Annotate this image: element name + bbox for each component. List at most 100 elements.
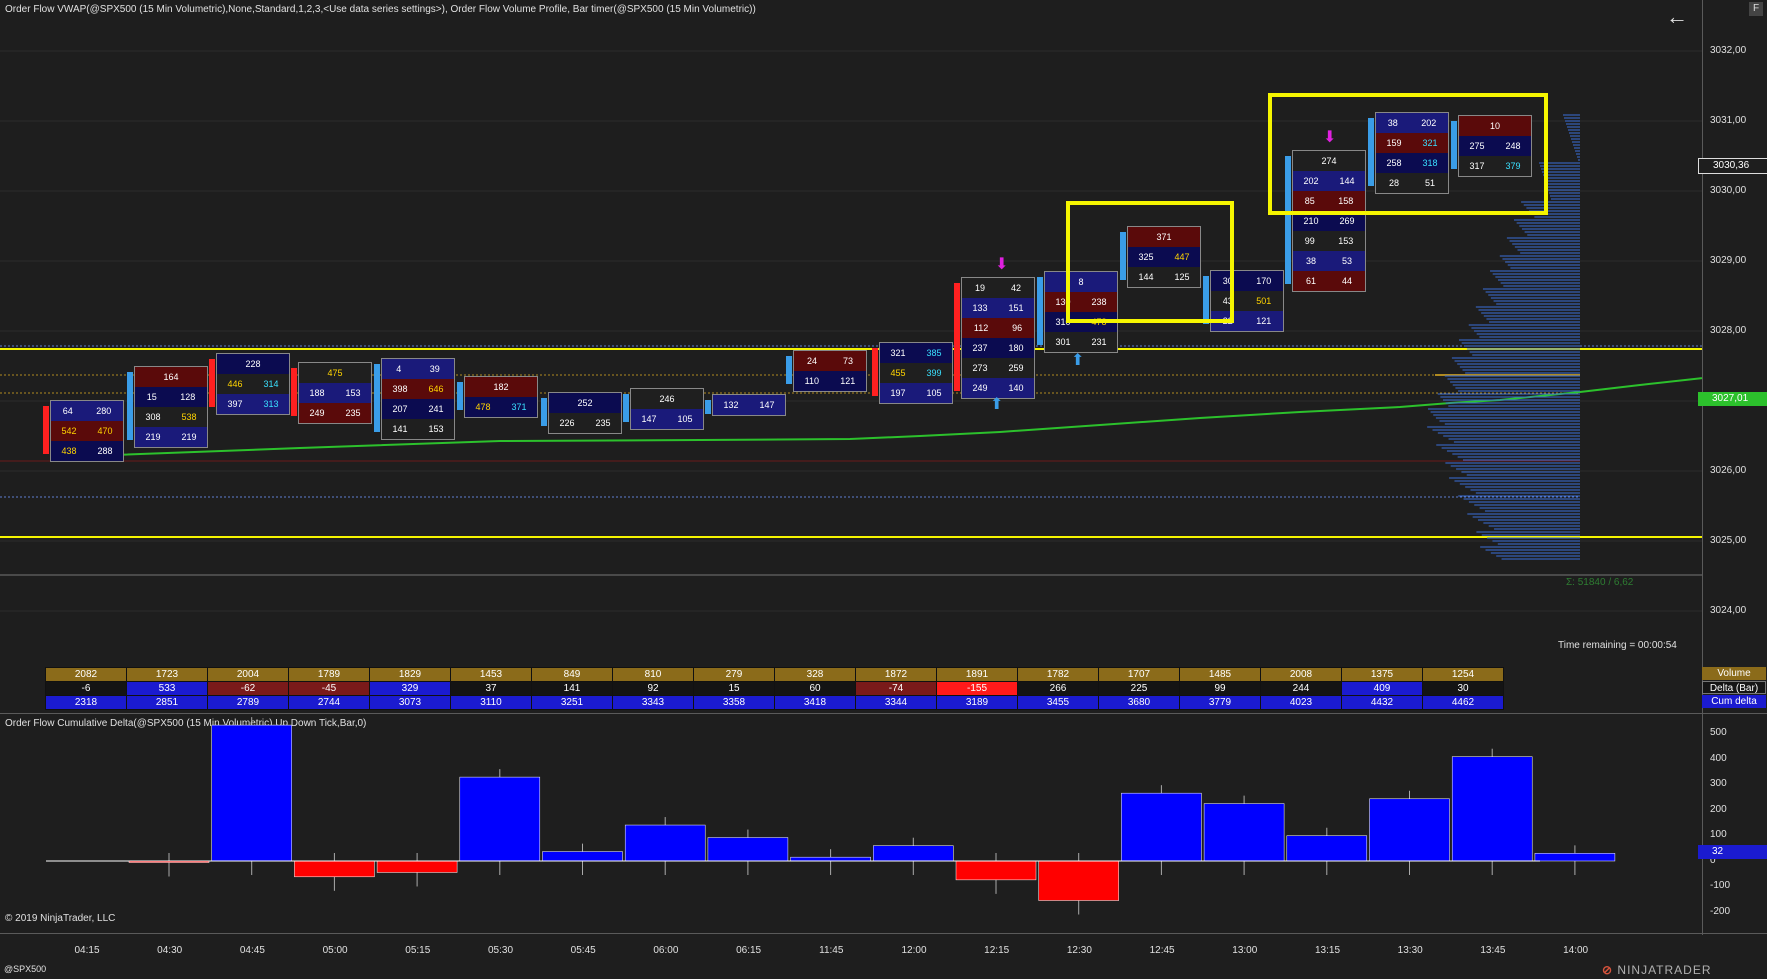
footprint-value: 280 [96,406,112,416]
footprint-value: 147 [641,414,657,424]
time-axis-label: 12:45 [1149,945,1175,956]
delta-axis-label: -200 [1710,905,1731,917]
footprint-value: 259 [1008,363,1024,373]
time-axis-label: 12:30 [1066,945,1092,956]
footprint-row: 398 646 [382,379,454,399]
time-axis-label: 14:00 [1563,945,1589,956]
price-axis-label: 3032,00 [1710,45,1747,56]
summary-cell: 3779 [1179,695,1261,710]
footprint-bar[interactable]: 4 39 398 646 207 241 141 153 [381,358,455,440]
summary-cell: 2789 [207,695,289,710]
footprint-row: 308 538 [135,407,207,427]
footprint-bar[interactable]: 182 478 371 [464,376,538,418]
summary-cell: 3358 [693,695,775,710]
footprint-row: 38 53 [1293,251,1365,271]
summary-cell: 3680 [1098,695,1180,710]
footprint-bar[interactable]: 164 15 128 308 538 219 219 [134,366,208,448]
footprint-bar[interactable]: 246 147 105 [630,388,704,430]
footprint-row: 475 [299,363,371,383]
price-axis-label: 3025,00 [1710,535,1747,546]
delta-bar [1369,798,1450,862]
footprint-row: 478 371 [465,397,537,417]
time-axis-label: 13:45 [1480,945,1506,956]
summary-cell: 2082 [45,667,127,682]
delta-bar [542,851,623,862]
summary-cell: 810 [612,667,694,682]
footprint-value: 197 [890,388,906,398]
footprint-value: 15 [146,392,157,402]
footprint-row: 273 259 [962,358,1034,378]
footprint-row: 99 153 [1293,231,1365,251]
footprint-value: 538 [181,412,197,422]
footprint-value: 301 [1055,337,1071,347]
footprint-value: 180 [1008,343,1024,353]
candle-body [43,406,49,454]
summary-cell: -45 [288,681,370,696]
summary-cell: 409 [1341,681,1423,696]
footprint-bar[interactable]: 228 446 314 397 313 [216,353,290,415]
footprint-row: 133 151 [962,298,1034,318]
footprint-row: 249 235 [299,403,371,423]
delta-axis-label: 400 [1710,752,1727,764]
footprint-value: 110 [804,376,819,386]
candle-body [209,359,215,407]
summary-cell: 1453 [450,667,532,682]
summary-cell: 4023 [1260,695,1342,710]
delta-bar [624,824,706,862]
footprint-value: 273 [972,363,988,373]
footprint-value: 121 [840,376,856,386]
summary-cell: 1707 [1098,667,1180,682]
summary-cell: 2004 [207,667,289,682]
time-axis-label: 04:15 [74,945,100,956]
footprint-value: 61 [1305,276,1316,286]
footprint-value: 397 [227,399,243,409]
footprint-row: 219 219 [135,427,207,447]
footprint-bar[interactable]: 475 188 153 249 235 [298,362,372,424]
footprint-bar[interactable]: 19 42 133 151 112 96 237 180 273 259 249 140 [961,277,1035,399]
footprint-value: 228 [245,359,261,369]
footprint-value: 132 [723,400,739,410]
footprint-bar[interactable]: 64 280 542 470 438 288 [50,400,124,462]
footprint-bar[interactable]: 252 226 235 [548,392,622,434]
highlight-box-2 [1268,93,1548,215]
footprint-value: 235 [595,418,611,428]
delta-bar [459,776,541,862]
footprint-bar[interactable]: 321 385 455 399 197 105 [879,342,953,404]
footprint-row: 237 180 [962,338,1034,358]
footprint-value: 188 [309,388,325,398]
footprint-value: 231 [1091,337,1107,347]
symbol-label: @SPX500 [4,964,47,974]
candle-body [1037,277,1043,345]
summary-cell: -74 [855,681,937,696]
footprint-value: 237 [972,343,988,353]
footprint-bar[interactable]: 24 73 110 121 [793,350,867,392]
summary-cell: 1829 [369,667,451,682]
footprint-value: 542 [61,426,77,436]
footprint-value: 314 [263,379,279,389]
candle-body [291,368,297,416]
footprint-row: 132 147 [713,395,785,415]
footprint-row: 61 44 [1293,271,1365,291]
footprint-value: 438 [61,446,77,456]
delta-bar [955,860,1037,881]
cum-delta-chart[interactable] [0,714,1702,932]
footprint-bar[interactable]: 132 147 [712,394,786,416]
footprint-value: 249 [972,383,988,393]
summary-cell: 2318 [45,695,127,710]
footprint-value: 288 [97,446,113,456]
summary-cell: 3344 [855,695,937,710]
time-axis-label: 05:15 [405,945,431,956]
delta-bar [707,837,789,862]
profile-sum: Σ: 51840 / 6,62 [1566,577,1634,588]
f-button[interactable]: F [1749,2,1763,16]
footprint-value: 241 [428,404,444,414]
price-axis-divider [1702,0,1703,935]
footprint-row: 321 385 [880,343,952,363]
footprint-row: 228 [217,354,289,374]
summary-cell: 849 [531,667,613,682]
arrow-up-icon: ⬆ [990,396,1004,413]
delta-bar [294,860,375,878]
footprint-value: 321 [890,348,906,358]
footprint-row: 110 121 [794,371,866,391]
footprint-value: 24 [806,356,817,366]
